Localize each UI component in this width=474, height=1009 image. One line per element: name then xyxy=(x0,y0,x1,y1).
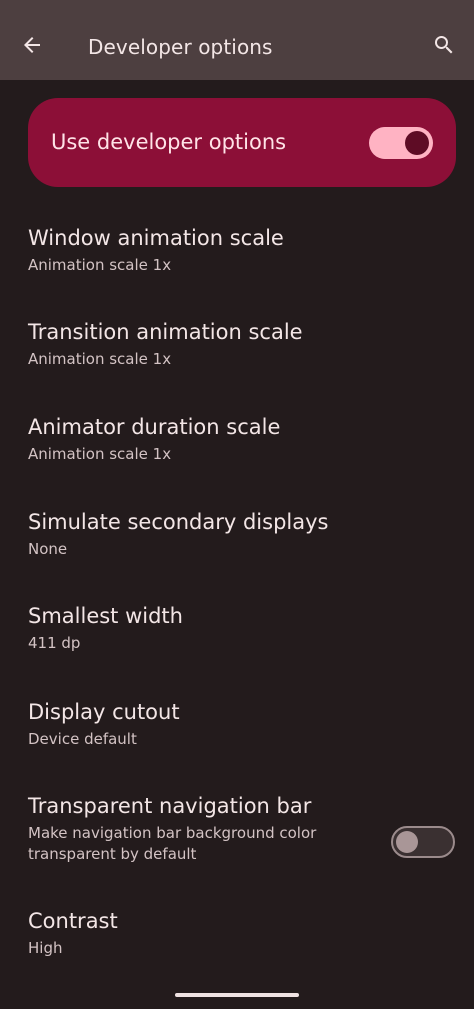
item-title: Simulate secondary displays xyxy=(28,510,329,534)
item-summary: 411 dp xyxy=(28,634,81,652)
arrow-back-icon xyxy=(24,37,40,53)
switch-thumb xyxy=(405,131,429,155)
window-animation-scale-item[interactable]: Window animation scale Animation scale 1… xyxy=(0,224,474,286)
item-summary: Device default xyxy=(28,730,137,748)
item-title: Display cutout xyxy=(28,700,180,724)
search-button[interactable] xyxy=(426,27,462,63)
use-developer-options-label: Use developer options xyxy=(51,130,287,154)
top-app-bar: Developer options xyxy=(0,0,474,80)
item-title: Contrast xyxy=(28,909,118,933)
item-summary: Make navigation bar background color tra… xyxy=(28,824,317,863)
item-summary: None xyxy=(28,540,68,558)
item-title: Transition animation scale xyxy=(28,320,303,344)
item-title: Window animation scale xyxy=(28,226,284,250)
animator-duration-scale-item[interactable]: Animator duration scale Animation scale … xyxy=(0,413,474,475)
contrast-item[interactable]: Contrast High xyxy=(0,907,474,969)
use-developer-options-row[interactable]: Use developer options xyxy=(28,98,456,187)
display-cutout-item[interactable]: Display cutout Device default xyxy=(0,698,474,760)
item-summary: High xyxy=(28,939,63,957)
item-summary: Animation scale 1x xyxy=(28,350,172,368)
back-button[interactable] xyxy=(14,27,50,63)
item-title: Transparent navigation bar xyxy=(28,794,312,818)
switch-thumb xyxy=(396,831,418,853)
search-icon xyxy=(435,36,453,54)
use-developer-options-switch[interactable] xyxy=(369,127,433,159)
page-title: Developer options xyxy=(88,35,273,59)
transparent-navigation-bar-switch[interactable] xyxy=(391,826,455,858)
smallest-width-item[interactable]: Smallest width 411 dp xyxy=(0,602,474,664)
gesture-navigation-handle[interactable] xyxy=(175,993,299,997)
simulate-secondary-displays-item[interactable]: Simulate secondary displays None xyxy=(0,508,474,570)
item-summary: Animation scale 1x xyxy=(28,256,172,274)
item-title: Animator duration scale xyxy=(28,415,281,439)
item-summary: Animation scale 1x xyxy=(28,445,172,463)
item-title: Smallest width xyxy=(28,604,183,628)
transparent-navigation-bar-item[interactable]: Transparent navigation bar Make navigati… xyxy=(0,792,474,870)
transition-animation-scale-item[interactable]: Transition animation scale Animation sca… xyxy=(0,318,474,380)
